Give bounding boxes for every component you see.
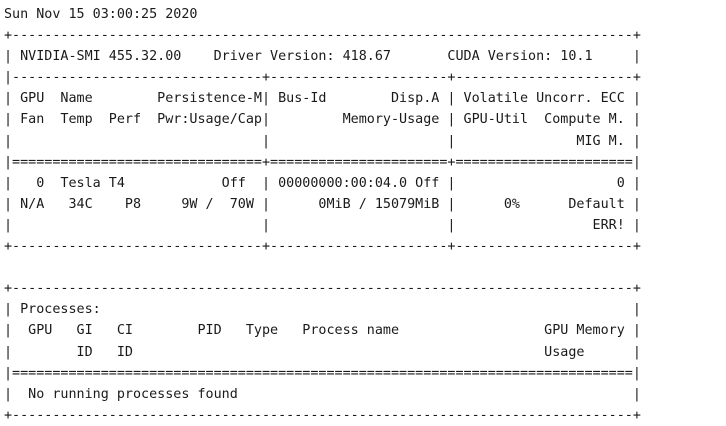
processes-header-separator: |=======================================…	[4, 365, 641, 381]
gpu-header-row-2: | Fan Temp Perf Pwr:Usage/Cap| Memory-Us…	[4, 112, 641, 128]
gpu-row-1: | 0 Tesla T4 Off | 00000000:00:04.0 Off …	[4, 175, 641, 191]
gpu-table-bottom-border: +-------------------------------+-------…	[4, 239, 641, 255]
processes-title-row: | Processes: |	[4, 302, 641, 318]
processes-header-row-2: | ID ID Usage |	[4, 344, 641, 360]
gpu-table-divider: |-------------------------------+-------…	[4, 70, 641, 86]
gpu-row-2: | N/A 34C P8 9W / 70W | 0MiB / 15079MiB …	[4, 196, 641, 212]
gpu-row-3: | | | ERR! |	[4, 217, 641, 233]
processes-table-top-border: +---------------------------------------…	[4, 281, 641, 297]
no-processes-row: | No running processes found |	[4, 386, 641, 402]
terminal-window[interactable]: Sun Nov 15 03:00:25 2020 +---------------…	[0, 0, 726, 423]
gpu-header-row-3: | | | MIG M. |	[4, 133, 641, 149]
gpu-header-separator: |===============================+=======…	[4, 154, 641, 170]
timestamp-line: Sun Nov 15 03:00:25 2020	[4, 7, 198, 22]
gpu-table-top-border: +---------------------------------------…	[4, 28, 641, 44]
console-output: Sun Nov 15 03:00:25 2020 +---------------…	[4, 4, 726, 426]
processes-header-row-1: | GPU GI CI PID Type Process name GPU Me…	[4, 323, 641, 339]
processes-table-bottom-border: +---------------------------------------…	[4, 407, 641, 423]
gpu-header-row-1: | GPU Name Persistence-M| Bus-Id Disp.A …	[4, 91, 641, 107]
version-info-row: | NVIDIA-SMI 455.32.00 Driver Version: 4…	[4, 49, 641, 65]
